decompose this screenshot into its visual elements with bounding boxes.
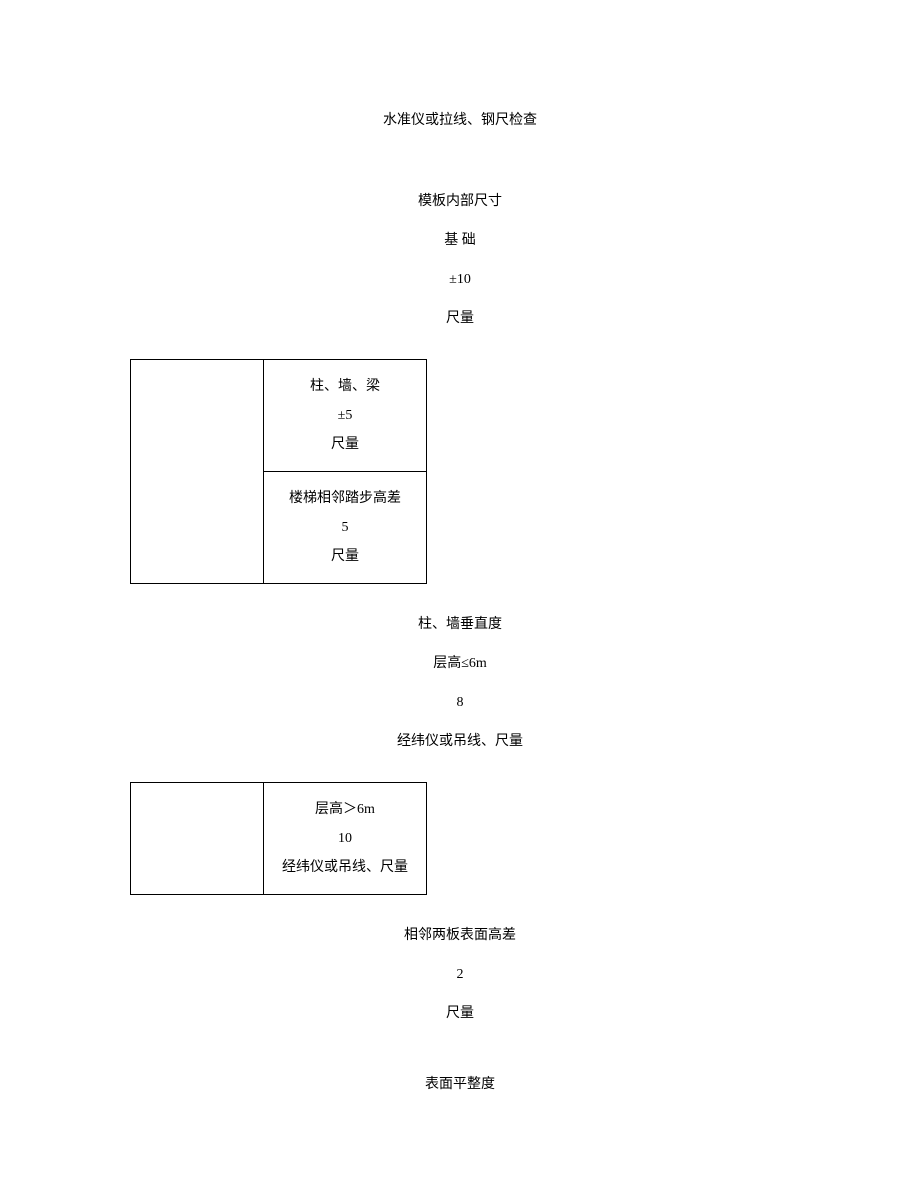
method: 尺量	[270, 434, 420, 455]
subheading: 柱、墙、梁	[270, 376, 420, 397]
empty-cell	[131, 783, 264, 895]
table-row: 层高＞6m 10 经纬仪或吊线、尺量	[131, 783, 427, 895]
tolerance-value: ±5	[270, 405, 420, 426]
table-row: 柱、墙、梁 ±5 尺量	[131, 360, 427, 472]
cell-floor-height-gt6: 层高＞6m 10 经纬仪或吊线、尺量	[264, 783, 427, 895]
foundation-value: ±10	[0, 269, 920, 290]
floor-height-subheading: 层高≤6m	[0, 653, 920, 674]
inspection-method-top: 水准仪或拉线、钢尺检查	[0, 110, 920, 131]
subheading: 楼梯相邻踏步高差	[270, 488, 420, 509]
section-heading-flatness: 表面平整度	[0, 1074, 920, 1095]
subheading: 层高＞6m	[270, 799, 420, 820]
tolerance-value: 10	[270, 828, 420, 849]
adjacent-board-method: 尺量	[0, 1003, 920, 1024]
tolerance-value: 5	[270, 517, 420, 538]
vertical-value: 8	[0, 692, 920, 713]
vertical-method: 经纬仪或吊线、尺量	[0, 731, 920, 752]
adjacent-board-value: 2	[0, 964, 920, 985]
foundation-subheading: 基 础	[0, 230, 920, 251]
section-heading-adjacent-board: 相邻两板表面高差	[0, 925, 920, 946]
cell-column-wall-beam: 柱、墙、梁 ±5 尺量	[264, 360, 427, 472]
sub-table-2: 层高＞6m 10 经纬仪或吊线、尺量	[130, 782, 427, 895]
method: 尺量	[270, 546, 420, 567]
sub-table-1: 柱、墙、梁 ±5 尺量 楼梯相邻踏步高差 5 尺量	[130, 359, 427, 584]
section-heading-vertical: 柱、墙垂直度	[0, 614, 920, 635]
section-heading-internal-dim: 模板内部尺寸	[0, 191, 920, 212]
cell-stair-step: 楼梯相邻踏步高差 5 尺量	[264, 472, 427, 584]
foundation-method: 尺量	[0, 308, 920, 329]
method: 经纬仪或吊线、尺量	[270, 857, 420, 878]
empty-cell	[131, 360, 264, 584]
